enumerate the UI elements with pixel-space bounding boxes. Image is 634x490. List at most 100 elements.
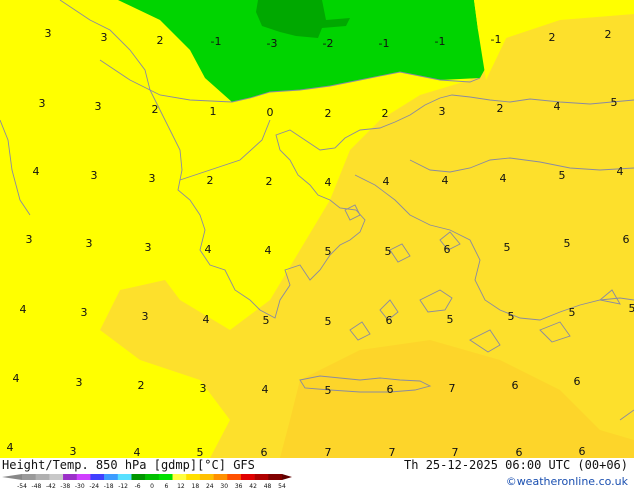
legend-swatch <box>35 474 50 480</box>
legend-swatch <box>254 474 269 480</box>
temperature-value: -3 <box>267 37 278 50</box>
temperature-value: 6 <box>512 379 519 392</box>
temperature-value: 6 <box>574 375 581 388</box>
temperature-value: 4 <box>617 165 624 178</box>
legend-tick-label: -12 <box>118 483 128 490</box>
temperature-value: 2 <box>266 175 273 188</box>
legend-swatch <box>63 474 78 480</box>
legend-tick-label: 0 <box>150 483 154 490</box>
temperature-value: 4 <box>442 174 449 187</box>
temperature-value: 5 <box>559 169 566 182</box>
valid-time: Th 25-12-2025 06:00 UTC (00+06) <box>404 458 628 472</box>
temperature-value: 3 <box>142 310 149 323</box>
legend-tick-label: -54 <box>17 483 27 490</box>
temperature-value: 3 <box>26 233 33 246</box>
legend-tick-label: 48 <box>264 483 272 490</box>
legend-swatch <box>117 474 132 480</box>
temperature-value: 2 <box>207 174 214 187</box>
legend-swatch <box>131 474 146 480</box>
legend-tick-label: 36 <box>235 483 243 490</box>
legend-swatch <box>22 474 36 480</box>
temperature-value: -1 <box>435 35 446 48</box>
temperature-value: 3 <box>200 382 207 395</box>
temperature-value: 4 <box>205 243 212 256</box>
temperature-value: 4 <box>7 441 14 454</box>
legend-swatch <box>213 474 228 480</box>
legend-swatch <box>104 474 119 480</box>
legend-tick-label: -48 <box>32 483 42 490</box>
temperature-value: 2 <box>325 107 332 120</box>
temperature-value: 7 <box>452 446 459 458</box>
temperature-value: 4 <box>20 303 27 316</box>
legend-tick-label: 30 <box>220 483 228 490</box>
temperature-value: 3 <box>439 105 446 118</box>
temperature-value: -2 <box>323 37 334 50</box>
legend-tick-label: -42 <box>46 483 56 490</box>
temperature-value: 5 <box>564 237 571 250</box>
legend-tick-label: -18 <box>104 483 114 490</box>
temperature-value: 3 <box>101 31 108 44</box>
temperature-value: 5 <box>508 310 515 323</box>
temperature-value: 3 <box>70 445 77 458</box>
legend-swatches <box>2 474 292 480</box>
temperature-value: 3 <box>149 172 156 185</box>
temperature-value: 2 <box>138 379 145 392</box>
legend-swatch <box>90 474 105 480</box>
temperature-value: -1 <box>491 33 502 46</box>
temperature-value: 6 <box>516 446 523 458</box>
temperature-value: 3 <box>145 241 152 254</box>
temperature-map: 3 3 2 -1 -3 -2 -1 -1 -1 2 2 3 3 2 1 0 2 2 3 2 4 5 4 3 3 2 2 4 4 4 4 5 4 3… <box>0 0 634 458</box>
temperature-value: 4 <box>262 383 269 396</box>
temperature-value: 2 <box>497 102 504 115</box>
temperature-value: 3 <box>45 27 52 40</box>
temperature-value: 6 <box>387 383 394 396</box>
temperature-value: 4 <box>265 244 272 257</box>
legend-tick-label: 6 <box>165 483 169 490</box>
temperature-value: 3 <box>76 376 83 389</box>
legend-swatch <box>172 474 187 480</box>
temperature-value: 7 <box>325 446 332 458</box>
temperature-value: 5 <box>611 96 618 109</box>
legend-swatch <box>158 474 173 480</box>
temperature-value: 1 <box>210 105 217 118</box>
map-title: Height/Temp. 850 hPa [gdmp][°C] GFS <box>2 458 255 472</box>
temperature-value: 3 <box>39 97 46 110</box>
temperature-value: 3 <box>81 306 88 319</box>
temperature-value: 4 <box>500 172 507 185</box>
legend-swatch <box>49 474 64 480</box>
map-viewer: 3 3 2 -1 -3 -2 -1 -1 -1 2 2 3 3 2 1 0 2 2 3 2 4 5 4 3 3 2 2 4 4 4 4 5 4 3… <box>0 0 634 490</box>
temperature-value: 6 <box>579 445 586 458</box>
color-legend: -54 -48 -42 -38 -30 -24 -18 -12 -6 0 6 12 18 24 30 36 42… <box>2 474 292 490</box>
temperature-value: 6 <box>623 233 630 246</box>
temperature-value: 7 <box>389 446 396 458</box>
legend-high-arrow <box>282 474 292 480</box>
temperature-value: 3 <box>95 100 102 113</box>
legend-tick-label: -38 <box>60 483 70 490</box>
temperature-value: 5 <box>263 314 270 327</box>
temperature-value: 5 <box>325 315 332 328</box>
temperature-value: 2 <box>605 28 612 41</box>
temperature-value: 5 <box>504 241 511 254</box>
temperature-value: 5 <box>569 306 576 319</box>
temperature-value: 5 <box>197 446 204 458</box>
temperature-value: 4 <box>13 372 20 385</box>
legend-swatch <box>76 474 91 480</box>
legend-ticks: -54 -48 -42 -38 -30 -24 -18 -12 -6 0 6 12 18 24 30 36 42… <box>17 483 286 490</box>
temperature-value: 2 <box>549 31 556 44</box>
temperature-value: 5 <box>629 302 634 315</box>
temperature-value: 5 <box>325 245 332 258</box>
temperature-value: 4 <box>554 100 561 113</box>
credit-link[interactable]: ©weatheronline.co.uk <box>506 475 628 488</box>
legend-tick-label: 18 <box>192 483 200 490</box>
temperature-value: 4 <box>383 175 390 188</box>
temperature-value: 4 <box>33 165 40 178</box>
temperature-value: 5 <box>385 245 392 258</box>
temperature-value: 7 <box>449 382 456 395</box>
temperature-value: 3 <box>91 169 98 182</box>
temperature-value: 4 <box>203 313 210 326</box>
legend-low-arrow <box>2 474 22 480</box>
temperature-value: 5 <box>447 313 454 326</box>
temperature-value: 5 <box>325 384 332 397</box>
legend-swatch <box>240 474 255 480</box>
legend-swatch <box>199 474 214 480</box>
